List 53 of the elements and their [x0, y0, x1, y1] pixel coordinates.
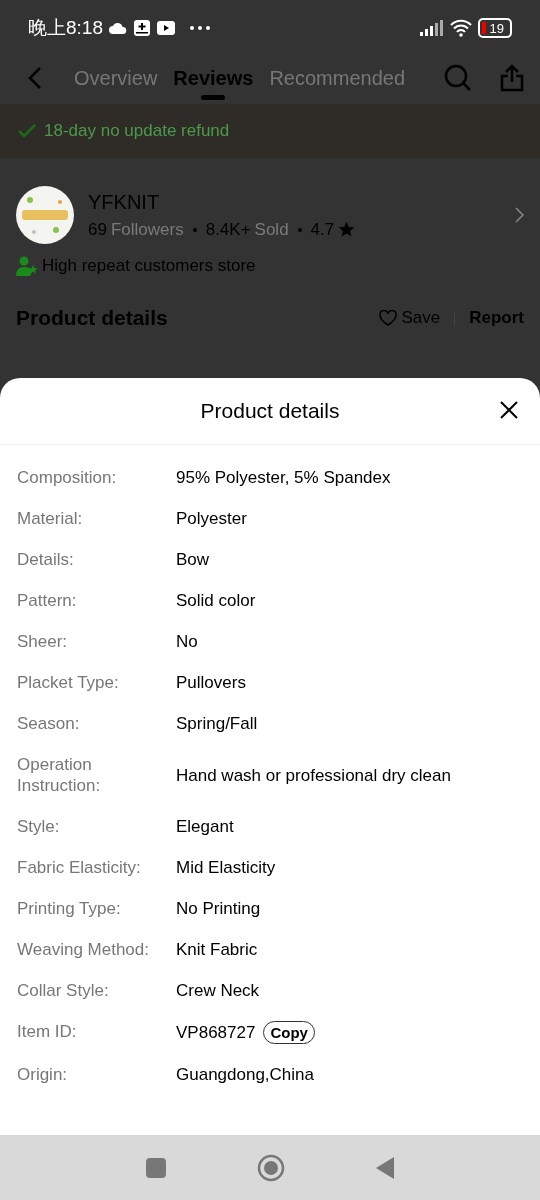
detail-label: Details: [17, 549, 75, 570]
repeat-customer-icon [16, 256, 38, 276]
stat-label: Sold [254, 219, 289, 240]
notification-app-icon [133, 19, 151, 37]
banner-text: 18-day no update refund [44, 121, 230, 141]
check-icon [18, 124, 36, 138]
chevron-right-icon[interactable] [515, 207, 524, 223]
detail-label: Sheer: [17, 631, 69, 652]
stat-label: Followers [110, 219, 184, 240]
detail-value: Elegant [176, 816, 234, 837]
status-time: 晚上8:18 [28, 16, 103, 40]
detail-label: Collar Style: [17, 980, 110, 1001]
detail-label: Composition: [17, 467, 118, 488]
detail-value: 95% Polyester, 5% Spandex [176, 467, 391, 488]
detail-label: Placket Type: [17, 672, 120, 693]
detail-value: Crew Neck [176, 980, 260, 1001]
detail-value: No [176, 631, 198, 652]
wifi-icon [449, 19, 472, 37]
detail-label: Printing Type: [17, 898, 122, 919]
detail-value: Pullovers [176, 672, 246, 693]
back-nav-icon[interactable] [375, 1155, 395, 1180]
detail-value: Polyester [176, 508, 247, 529]
detail-label: Material: [17, 508, 84, 529]
detail-label: Operation Instruction: [17, 754, 102, 796]
nav-tab[interactable]: Overview [66, 56, 166, 100]
detail-value: Knit Fabric [176, 939, 258, 960]
detail-value: No Printing [176, 898, 261, 919]
home-icon[interactable] [257, 1153, 285, 1182]
sheet-title: Product details [200, 399, 340, 423]
detail-label: Pattern: [17, 590, 78, 611]
signal-icon [419, 20, 444, 36]
copy-button[interactable]: Copy [263, 1021, 315, 1044]
detail-label: Season: [17, 713, 81, 734]
detail-value: Guangdong,China [176, 1064, 314, 1085]
detail-label: Fabric Elasticity: [17, 857, 142, 878]
detail-value: Hand wash or professional dry clean [176, 764, 451, 787]
detail-label: Weaving Method: [17, 939, 150, 960]
cloud-icon [109, 22, 127, 34]
heart-icon [379, 310, 398, 326]
detail-label: Style: [17, 816, 61, 837]
nav-tab[interactable]: Recommended [261, 56, 414, 100]
recents-icon[interactable] [145, 1156, 167, 1179]
detail-label: Item ID: [17, 1021, 78, 1043]
detail-value: Solid color [176, 590, 256, 611]
video-app-icon [157, 20, 175, 36]
detail-value: Bow [176, 549, 210, 570]
battery-indicator: 19 [477, 18, 512, 38]
detail-value: Mid Elasticity [176, 857, 276, 878]
detail-label: Origin: [17, 1064, 69, 1085]
more-icon [189, 25, 211, 31]
detail-value: Spring/Fall [176, 713, 258, 734]
detail-value: VP868727 [176, 1022, 256, 1043]
star-icon [338, 221, 356, 238]
